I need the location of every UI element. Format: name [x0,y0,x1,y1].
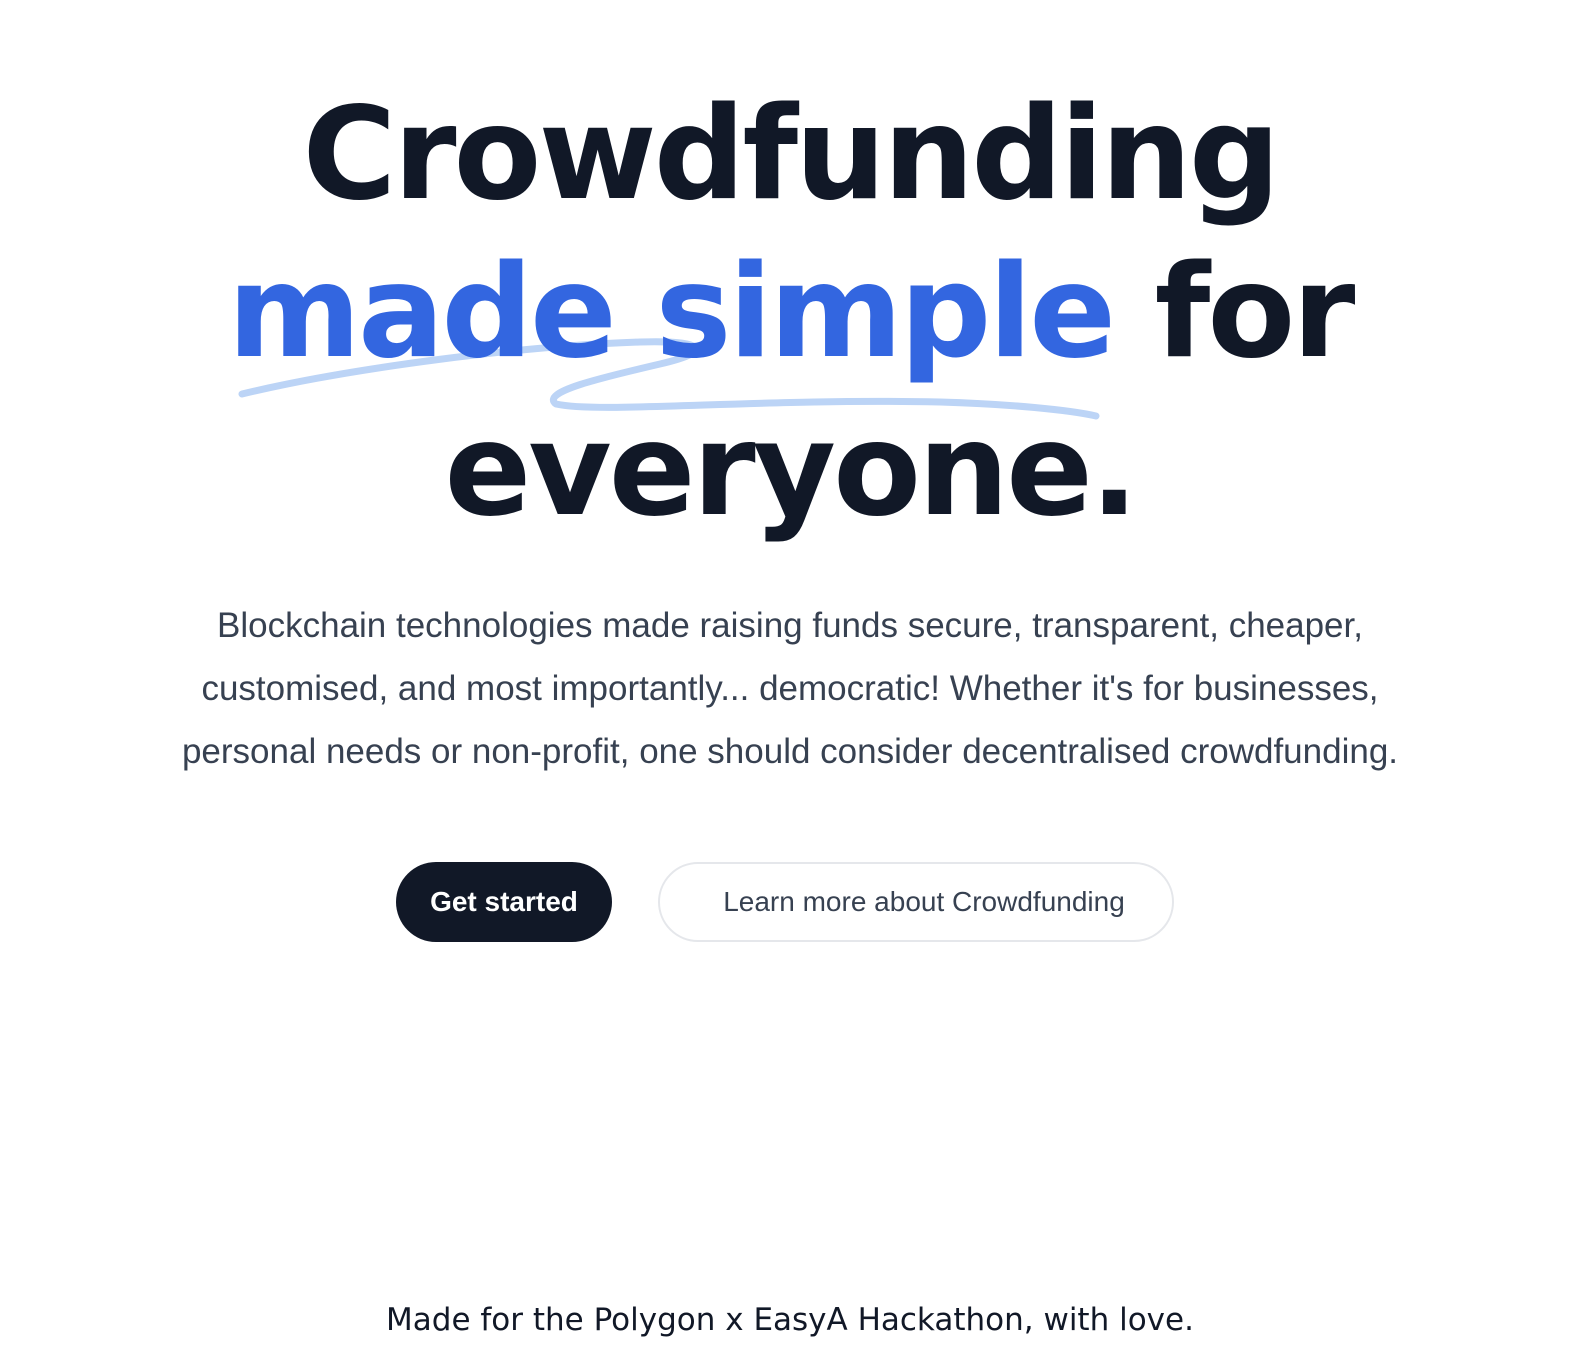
headline-line-2: made simple for [0,234,1580,392]
hero-headline: Crowdfunding made simple for everyone. [0,76,1580,550]
headline-line-2-rest: for [1113,238,1356,387]
footer-text: Made for the Polygon x EasyA Hackathon, … [386,1302,1194,1338]
headline-accent: made simple [227,238,1116,387]
headline-line-3: everyone. [444,396,1138,545]
learn-more-button[interactable]: Learn more about Crowdfunding [658,862,1174,942]
get-started-button[interactable]: Get started [396,862,612,942]
headline-line-1: Crowdfunding [302,80,1280,229]
hero-description: Blockchain technologies made raising fun… [181,606,1399,771]
